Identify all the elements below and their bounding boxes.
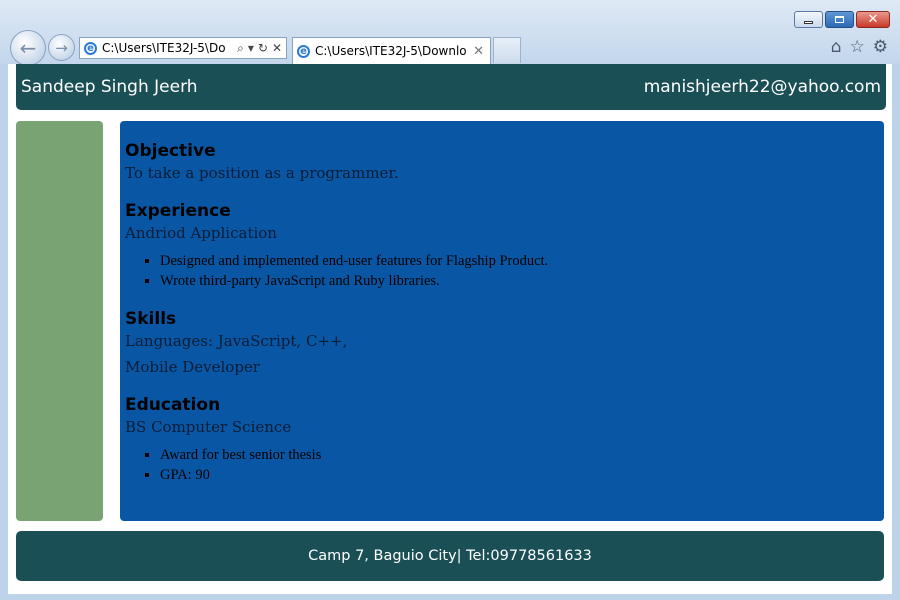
favorites-icon[interactable]: ☆ — [850, 37, 865, 57]
stop-icon[interactable]: ✕ — [272, 41, 282, 56]
skills-other: Mobile Developer — [125, 358, 260, 376]
list-item: GPA: 90 — [160, 465, 879, 485]
list-item: Award for best senior thesis — [160, 445, 879, 465]
close-button[interactable]: ✕ — [856, 11, 890, 28]
tab-active[interactable]: e C:\Users\ITE32J-5\Downloa... ✕ — [292, 37, 491, 64]
footer-contact: Camp 7, Baguio City| Tel:09778561633 — [308, 548, 592, 564]
education-section: Education BS Computer Science Award for … — [125, 393, 879, 485]
window-controls: ✕ — [794, 11, 890, 28]
forward-button[interactable]: → — [48, 34, 75, 61]
tools-icon[interactable]: ⚙ — [873, 37, 888, 57]
tab-title: C:\Users\ITE32J-5\Downloa... — [315, 44, 467, 58]
close-icon: ✕ — [867, 12, 879, 27]
resume-name: Sandeep Singh Jeerh — [21, 77, 198, 97]
maximize-button[interactable] — [825, 11, 854, 28]
list-item: Designed and implemented end-user featur… — [160, 251, 879, 271]
education-heading: Education — [125, 395, 221, 415]
skills-section: Skills Languages: JavaScript, C++, Mobil… — [125, 307, 879, 377]
back-button[interactable]: ← — [10, 30, 46, 66]
address-text[interactable]: C:\Users\ITE32J-5\Do — [102, 41, 233, 55]
back-icon: ← — [19, 36, 37, 60]
maximize-icon — [835, 16, 844, 23]
refresh-icon[interactable]: ↻ — [258, 41, 268, 56]
skills-heading: Skills — [125, 309, 177, 329]
education-degree: BS Computer Science — [125, 418, 292, 436]
experience-section: Experience Andriod Application Designed … — [125, 199, 879, 291]
minimize-icon — [804, 21, 813, 24]
new-tab-button[interactable] — [493, 37, 521, 63]
home-icon[interactable]: ⌂ — [831, 37, 842, 57]
skills-languages: Languages: JavaScript, C++, — [125, 332, 348, 350]
tab-close-icon[interactable]: ✕ — [467, 44, 490, 59]
sidebar — [16, 121, 103, 521]
address-bar[interactable]: e C:\Users\ITE32J-5\Do ⌕ ▾ ↻ ✕ — [79, 37, 287, 59]
resume-main: Objective To take a position as a progra… — [120, 121, 884, 521]
experience-heading: Experience — [125, 201, 231, 221]
dropdown-icon[interactable]: ▾ — [248, 41, 254, 56]
list-item: Wrote third-party JavaScript and Ruby li… — [160, 271, 879, 291]
page-viewport: Sandeep Singh Jeerh manishjeerh22@yahoo.… — [8, 64, 892, 594]
objective-section: Objective To take a position as a progra… — [125, 139, 879, 183]
experience-role: Andriod Application — [125, 224, 277, 242]
browser-chrome: ✕ ← → e C:\Users\ITE32J-5\Do ⌕ ▾ ↻ ✕ e C… — [0, 0, 900, 66]
resume-email: manishjeerh22@yahoo.com — [643, 77, 881, 97]
minimize-button[interactable] — [794, 11, 823, 28]
ie-page-icon: e — [84, 41, 97, 55]
education-list: Award for best senior thesis GPA: 90 — [125, 445, 879, 485]
search-icon[interactable]: ⌕ — [237, 41, 244, 56]
objective-heading: Objective — [125, 141, 216, 161]
objective-text: To take a position as a programmer. — [125, 164, 399, 182]
ie-tab-icon: e — [297, 44, 310, 58]
forward-icon: → — [55, 38, 68, 57]
resume-footer: Camp 7, Baguio City| Tel:09778561633 — [16, 531, 884, 581]
experience-list: Designed and implemented end-user featur… — [125, 251, 879, 291]
command-icons: ⌂ ☆ ⚙ — [831, 37, 888, 57]
resume-header: Sandeep Singh Jeerh manishjeerh22@yahoo.… — [16, 64, 886, 110]
